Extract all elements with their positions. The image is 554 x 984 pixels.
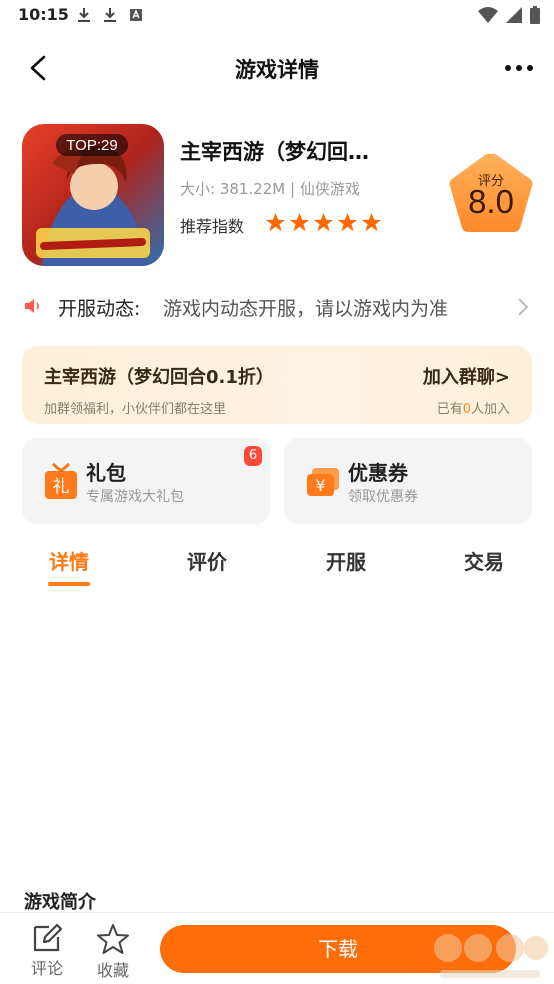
signal-icon [506, 7, 522, 23]
download-icon [78, 8, 90, 22]
star-outline-icon [97, 924, 129, 954]
tab-trade[interactable]: 交易 [434, 546, 534, 575]
gift-subtitle: 专属游戏大礼包 [86, 489, 184, 505]
bottom-action-bar: 评论 收藏 下载 [0, 912, 554, 984]
gift-icon-char: 礼 [53, 477, 70, 497]
game-meta: 大小: 381.22M | 仙侠游戏 [180, 180, 360, 198]
comment-button[interactable]: 评论 [22, 923, 72, 979]
tab-active-indicator [48, 582, 90, 586]
page-title: 游戏详情 [235, 58, 319, 82]
group-chat-card[interactable]: 主宰西游（梦幻回合0.1折） 加群领福利，小伙伴们都在这里 加入群聊> 已有0人… [22, 346, 532, 424]
header: 游戏详情 [0, 40, 554, 96]
edit-icon [33, 923, 63, 952]
group-subtitle: 加群领福利，小伙伴们都在这里 [44, 402, 227, 417]
intro-title: 游戏简介 [24, 892, 96, 913]
notice-label: 开服动态: [58, 298, 141, 320]
gift-icon: 礼 [45, 462, 77, 499]
notice-text: 游戏内动态开服，请以游戏内为准 [163, 298, 449, 320]
favorite-label: 收藏 [96, 961, 129, 980]
download-button[interactable]: 下载 [160, 925, 516, 973]
status-time: 10:15 [18, 5, 69, 24]
coupon-subtitle: 领取优惠券 [348, 489, 418, 505]
star-icon [337, 212, 358, 232]
score-value: 8.0 [468, 183, 514, 220]
rating-stars [265, 212, 382, 233]
coupon-icon: ¥ [307, 468, 339, 496]
tab-details[interactable]: 详情 [19, 546, 119, 575]
join-group-button[interactable]: 加入群聊> [423, 363, 510, 389]
gift-pack-card[interactable]: 礼 礼包 专属游戏大礼包 6 [22, 438, 270, 524]
game-icon: TOP:29 [22, 124, 164, 266]
app-notification-icon [130, 9, 142, 21]
more-dots-icon[interactable] [502, 58, 536, 78]
group-member-count: 已有0人加入 [436, 402, 510, 417]
coupon-icon-char: ¥ [315, 476, 325, 495]
chevron-right-icon [518, 298, 529, 316]
speaker-icon [25, 299, 39, 313]
coupon-card[interactable]: ¥ 优惠券 领取优惠券 [284, 438, 532, 524]
detail-tabs: 详情 评价 开服 交易 [0, 542, 554, 592]
gift-count-badge: 6 [244, 446, 262, 466]
star-icon [289, 212, 310, 232]
tab-reviews[interactable]: 评价 [157, 546, 257, 575]
group-title: 主宰西游（梦幻回合0.1折） [44, 367, 274, 388]
score-badge: 评分 8.0 [444, 150, 538, 240]
rank-badge: TOP:29 [66, 137, 117, 154]
favorite-button[interactable]: 收藏 [88, 923, 138, 981]
server-notice[interactable]: 开服动态: 游戏内动态开服，请以游戏内为准 [22, 286, 534, 326]
status-bar: 10:15 [0, 0, 554, 32]
comment-label: 评论 [30, 959, 63, 978]
tab-servers[interactable]: 开服 [296, 546, 396, 575]
gift-title: 礼包 [86, 461, 126, 485]
coupon-title: 优惠券 [348, 461, 408, 485]
star-icon [313, 212, 334, 232]
download-icon [104, 8, 116, 22]
battery-icon [530, 6, 540, 24]
game-name: 主宰西游（梦幻回… [180, 140, 369, 164]
star-icon [265, 212, 286, 232]
recommend-label: 推荐指数 [180, 217, 245, 236]
wifi-icon [478, 7, 498, 23]
star-icon [361, 212, 382, 232]
